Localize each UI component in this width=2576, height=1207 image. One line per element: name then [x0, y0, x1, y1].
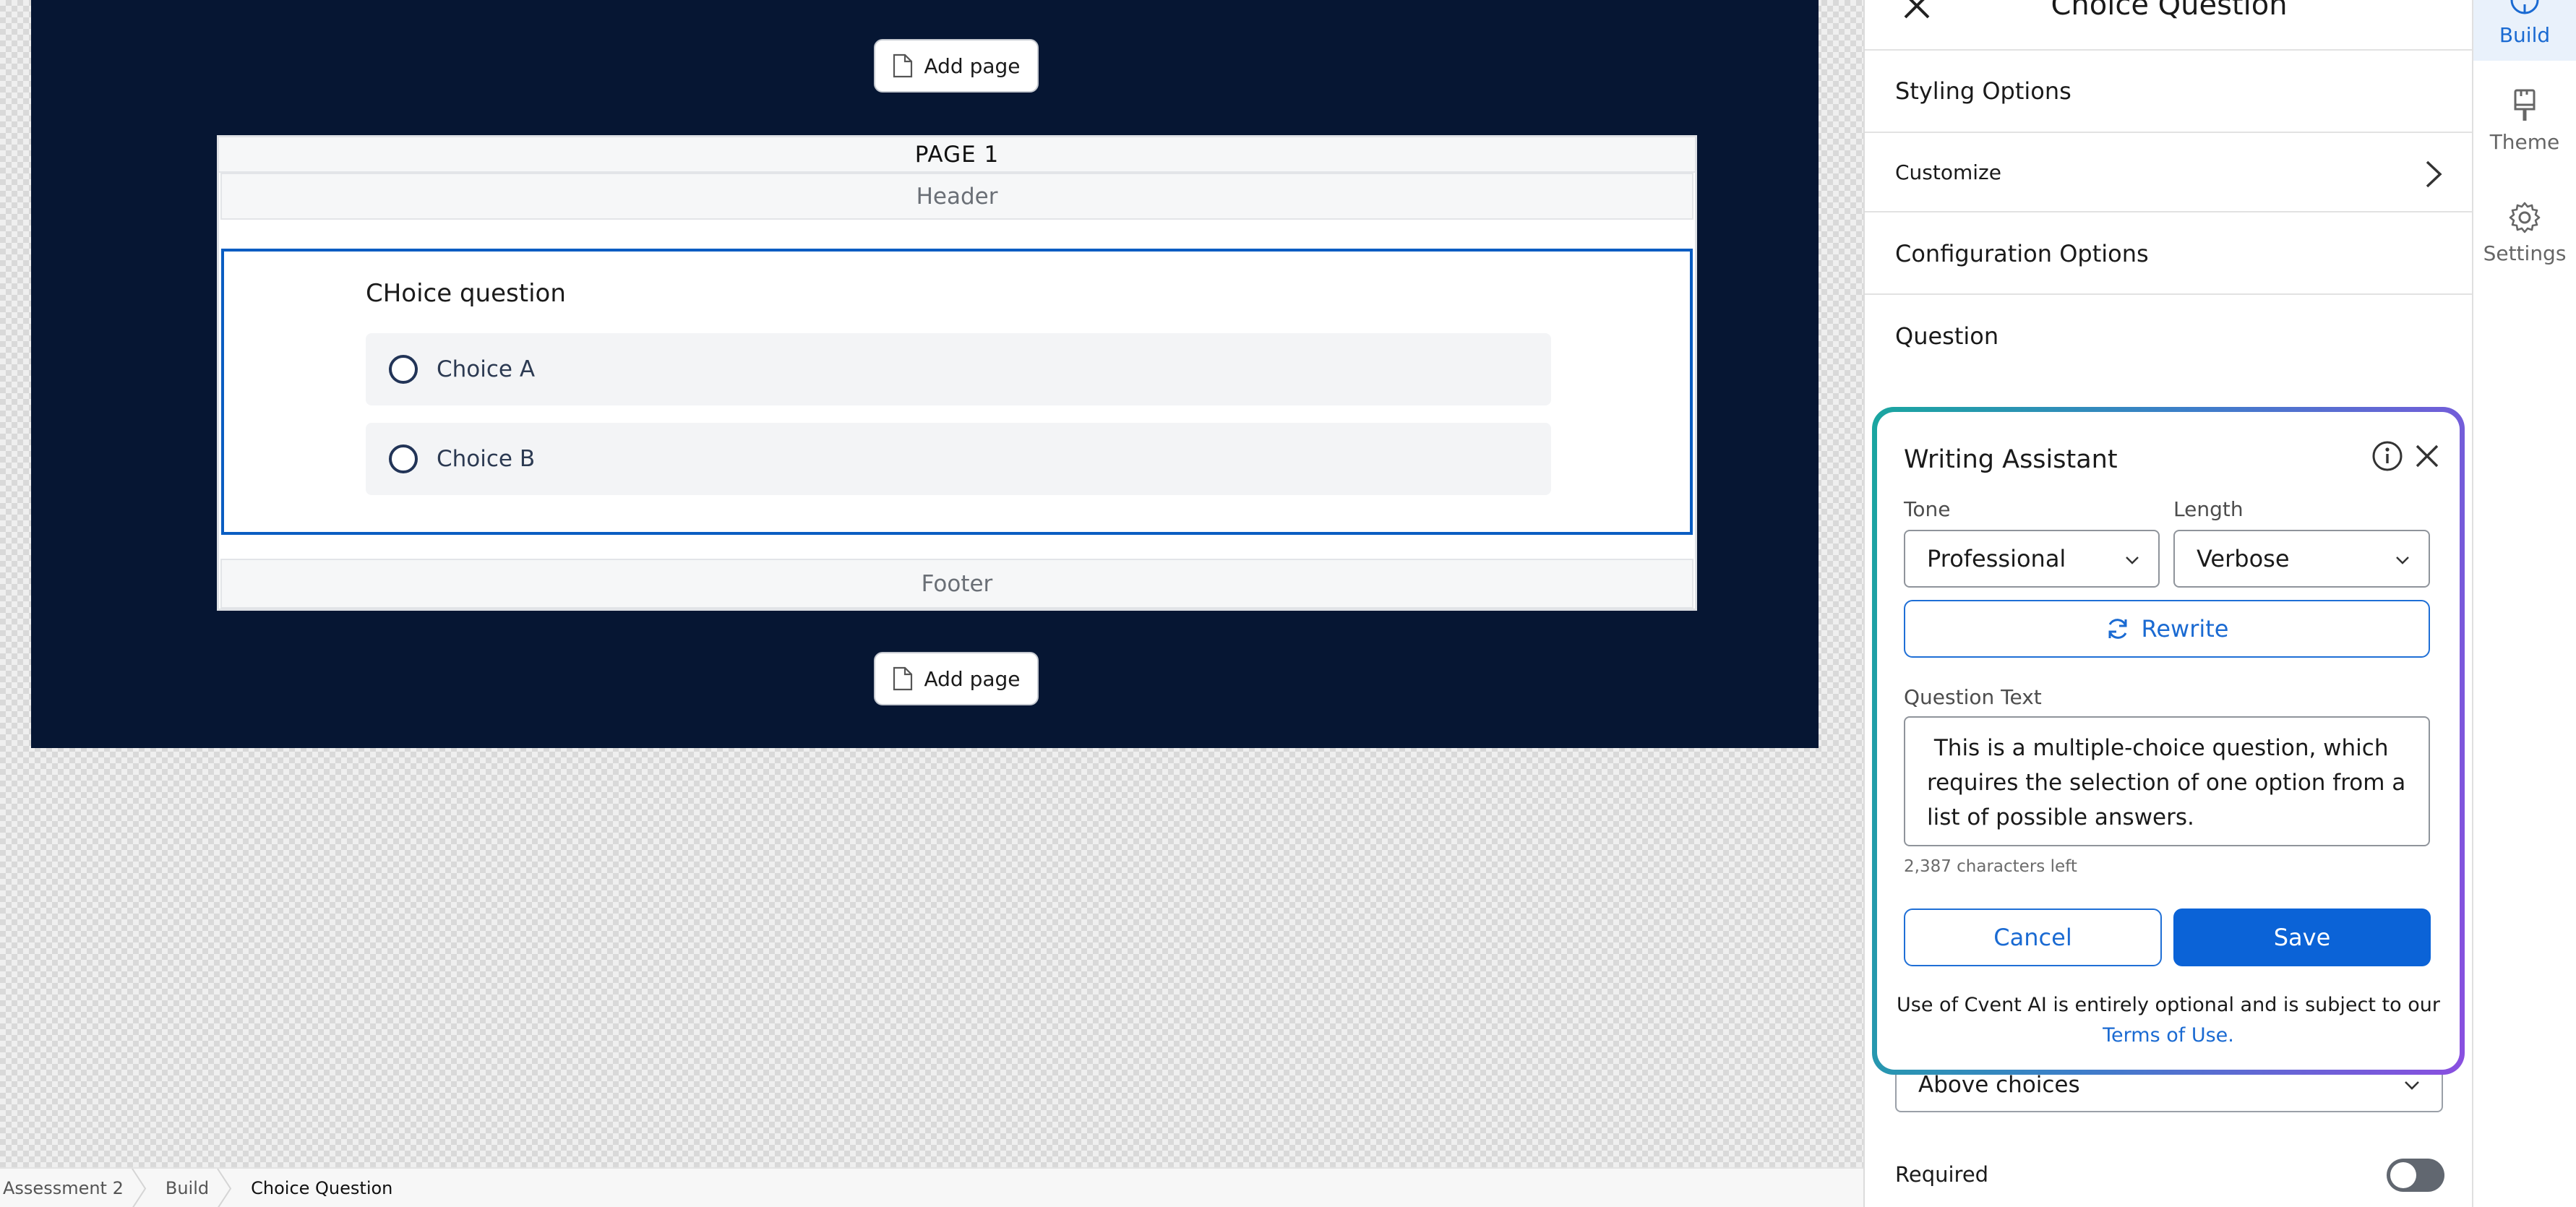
- rail-item-build[interactable]: Build: [2473, 0, 2576, 61]
- paint-brush-icon: [2514, 89, 2536, 121]
- rail-label: Settings: [2483, 241, 2567, 265]
- breadcrumb-item-build[interactable]: Build: [144, 1169, 232, 1207]
- info-circle-icon: [2510, 0, 2539, 14]
- question-text-input[interactable]: This is a multiple-choice question, whic…: [1904, 716, 2430, 846]
- breadcrumb-item-assessment[interactable]: Assessment 2: [0, 1169, 147, 1207]
- survey-page: PAGE 1 Header CHoice question Choice A C…: [217, 135, 1697, 611]
- chevron-right-icon: [2426, 160, 2442, 188]
- length-value: Verbose: [2197, 545, 2290, 572]
- document-icon: [893, 53, 913, 78]
- page-title: PAGE 1: [219, 137, 1695, 173]
- rail-item-theme[interactable]: Theme: [2473, 88, 2576, 160]
- styling-options-heading: Styling Options: [1895, 77, 2071, 105]
- customize-row[interactable]: Customize: [1865, 132, 2473, 212]
- survey-canvas: Add page PAGE 1 Header CHoice question C…: [31, 0, 1819, 748]
- close-icon[interactable]: [2413, 442, 2441, 470]
- writing-assistant-popup: Writing Assistant Tone Length Profession…: [1872, 407, 2465, 1075]
- info-icon[interactable]: [2371, 439, 2404, 473]
- rewrite-button[interactable]: Rewrite: [1904, 600, 2430, 658]
- add-page-button-top[interactable]: Add page: [874, 39, 1039, 93]
- tone-select[interactable]: Professional: [1904, 530, 2160, 588]
- choice-label: Choice A: [437, 356, 536, 382]
- required-toggle[interactable]: [2387, 1159, 2444, 1192]
- add-page-label: Add page: [924, 666, 1021, 691]
- ai-disclaimer: Use of Cvent AI is entirely optional and…: [1877, 990, 2460, 1051]
- rail-label: Build: [2499, 23, 2551, 47]
- terms-of-use-link[interactable]: Terms of Use.: [2103, 1024, 2234, 1047]
- document-icon: [893, 666, 913, 691]
- customize-label: Customize: [1895, 160, 2001, 184]
- refresh-icon: [2108, 619, 2127, 639]
- length-select[interactable]: Verbose: [2173, 530, 2430, 588]
- chevron-down-icon: [2405, 1081, 2419, 1090]
- gear-icon: [2509, 202, 2541, 233]
- choice-option[interactable]: Choice B: [366, 423, 1551, 495]
- chevron-down-icon: [2396, 557, 2409, 564]
- radio-button[interactable]: [389, 444, 418, 473]
- choice-label: Choice B: [437, 446, 536, 472]
- page-footer-section[interactable]: Footer: [220, 559, 1693, 609]
- breadcrumb-label: Choice Question: [251, 1177, 393, 1198]
- page-header-section[interactable]: Header: [220, 173, 1693, 220]
- tone-label: Tone: [1904, 497, 1951, 521]
- disclaimer-text: Use of Cvent AI is entirely optional and…: [1897, 994, 2440, 1016]
- panel-header: Choice Question: [1865, 0, 2473, 51]
- configuration-options-heading: Configuration Options: [1865, 214, 2473, 295]
- question-title: CHoice question: [366, 279, 566, 308]
- choice-option[interactable]: Choice A: [366, 333, 1551, 405]
- breadcrumb-label: Build: [165, 1177, 210, 1198]
- breadcrumb-label: Assessment 2: [3, 1177, 124, 1198]
- rail-label: Theme: [2489, 130, 2560, 154]
- cancel-button[interactable]: Cancel: [1904, 909, 2162, 966]
- toggle-knob: [2390, 1162, 2416, 1188]
- rail-item-settings[interactable]: Settings: [2473, 201, 2576, 273]
- writing-assistant-title: Writing Assistant: [1904, 445, 2118, 474]
- choice-question-block[interactable]: CHoice question Choice A Choice B: [221, 249, 1693, 535]
- breadcrumb: Assessment 2 Build Choice Question: [0, 1167, 1863, 1207]
- characters-left-counter: 2,387 characters left: [1904, 857, 2077, 876]
- save-button[interactable]: Save: [2173, 909, 2431, 966]
- chevron-down-icon: [2126, 557, 2139, 564]
- rewrite-label: Rewrite: [2141, 615, 2229, 643]
- breadcrumb-item-current: Choice Question: [229, 1169, 413, 1207]
- right-icon-rail: Build Theme Settings: [2472, 0, 2576, 1207]
- add-page-button-bottom[interactable]: Add page: [874, 652, 1039, 705]
- question-heading: Question: [1895, 322, 1999, 350]
- radio-button[interactable]: [389, 355, 418, 384]
- add-page-label: Add page: [924, 53, 1021, 78]
- writing-assistant-body: Writing Assistant Tone Length Profession…: [1877, 412, 2460, 1070]
- panel-title: Choice Question: [2051, 0, 2288, 22]
- length-label: Length: [2173, 497, 2244, 521]
- question-position-value: Above choices: [1918, 1072, 2080, 1098]
- question-text-label: Question Text: [1904, 685, 2042, 709]
- required-label: Required: [1895, 1162, 1989, 1187]
- tone-value: Professional: [1927, 545, 2066, 572]
